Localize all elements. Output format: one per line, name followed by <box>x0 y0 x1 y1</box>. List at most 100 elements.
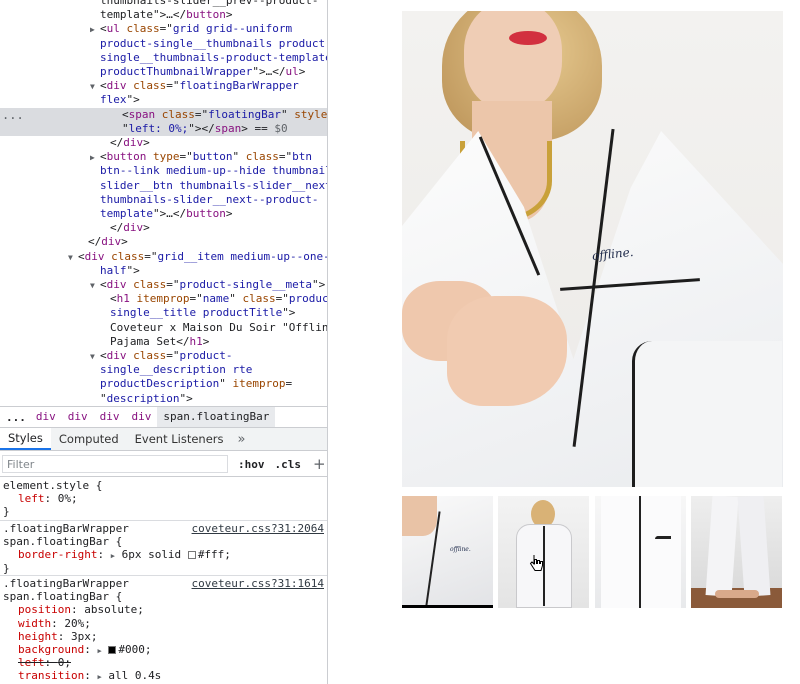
color-swatch[interactable] <box>187 550 196 559</box>
dom-node-line[interactable]: ▶ <ul class="grid grid--uniform <box>0 22 327 36</box>
expand-triangle-icon[interactable]: ▼ <box>68 251 78 265</box>
dom-node-line[interactable]: <h1 itemprop="name" class="product- <box>0 292 327 306</box>
tab-styles[interactable]: Styles <box>0 428 51 450</box>
expand-shorthand-triangle-icon[interactable]: ▶ <box>111 552 115 560</box>
expand-triangle-icon[interactable]: ▼ <box>90 279 100 293</box>
css-color-value[interactable]: #000; <box>118 643 151 656</box>
css-declaration[interactable]: left: 0%; <box>18 492 78 505</box>
hov-toggle-button[interactable]: :hov <box>238 458 265 471</box>
dom-node-line[interactable]: ▶ <button type="button" class="btn <box>0 150 327 164</box>
dom-node-line[interactable]: <span class="floatingBar" style=... <box>0 107 327 122</box>
dom-node-line[interactable]: product-single__thumbnails product- <box>0 37 327 51</box>
css-declaration[interactable]: width: 20%; <box>18 617 91 630</box>
expand-shorthand-triangle-icon[interactable]: ▶ <box>97 673 101 681</box>
breadcrumb-ellipsis[interactable]: ... <box>6 411 30 424</box>
dom-token: button <box>106 150 147 164</box>
rule-source-link[interactable]: coveteur.css?31:2064 <box>192 522 324 535</box>
more-tabs-chevron-icon[interactable]: » <box>232 428 252 450</box>
breadcrumb-item[interactable]: div <box>126 407 158 427</box>
css-property-name[interactable]: height <box>18 630 58 643</box>
cls-toggle-button[interactable]: .cls <box>275 458 302 471</box>
dom-node-line[interactable]: ▼ <div class="product-single__meta"> <box>0 278 327 292</box>
breadcrumb-item[interactable]: span.floatingBar <box>157 407 276 427</box>
color-swatch[interactable] <box>108 645 117 654</box>
css-declaration[interactable]: left: 0; <box>18 656 71 669</box>
expand-shorthand-triangle-icon[interactable]: ▶ <box>97 647 101 655</box>
css-property-name[interactable]: transition <box>18 669 84 682</box>
style-rule[interactable]: .floatingBarWrapper span.floatingBar {cov… <box>0 577 327 684</box>
style-rule[interactable]: element.style {left: 0%;} <box>0 479 327 521</box>
dom-node-line[interactable]: ▼ <div class="grid__item medium-up--one- <box>0 250 327 264</box>
css-property-name[interactable]: left <box>18 492 45 505</box>
breadcrumb-item[interactable]: div <box>94 407 126 427</box>
dom-node-line[interactable]: single__thumbnails-product-template <box>0 51 327 65</box>
css-declaration[interactable]: height: 3px; <box>18 630 98 643</box>
dom-node-line[interactable]: Pajama Set</h1> <box>0 335 327 349</box>
rule-close-brace: } <box>3 561 10 575</box>
css-property-value[interactable]: 6px solid <box>122 548 188 561</box>
css-property-value[interactable]: 0; <box>58 656 71 669</box>
dom-node-line[interactable]: </div> <box>0 136 327 150</box>
css-property-value[interactable]: all 0.4s <box>108 669 161 682</box>
breadcrumb-item[interactable]: div <box>30 407 62 427</box>
dom-node-line[interactable]: ▼ <div class="floatingBarWrapper <box>0 79 327 93</box>
breadcrumb-item[interactable]: div <box>62 407 94 427</box>
dom-node-line[interactable]: Coveteur x Maison Du Soir "Offline" <box>0 321 327 335</box>
dom-token: </ <box>110 221 124 235</box>
dom-node-line[interactable]: </div> <box>0 235 327 249</box>
css-property-name[interactable]: position <box>18 603 71 616</box>
thumbnail-2[interactable] <box>498 496 589 608</box>
css-property-name[interactable]: border-right <box>18 548 97 561</box>
css-property-value[interactable]: absolute; <box>84 603 144 616</box>
dom-token: btn--link medium-up--hide thumbnails- <box>100 164 327 178</box>
dom-token: class <box>155 107 195 121</box>
dom-node-line[interactable]: btn--link medium-up--hide thumbnails- <box>0 164 327 178</box>
dom-node-line[interactable]: template">…</button> <box>0 8 327 22</box>
expand-triangle-icon[interactable]: ▶ <box>90 151 100 165</box>
dom-token: "> <box>311 278 326 291</box>
dom-node-line[interactable]: flex"> <box>0 93 327 107</box>
dom-node-text: <h1 itemprop="name" class="product- <box>110 292 327 306</box>
css-property-value[interactable]: 0%; <box>58 492 78 505</box>
css-property-name[interactable]: left <box>18 656 45 669</box>
tab-computed[interactable]: Computed <box>51 428 127 450</box>
dom-token: style <box>294 107 327 121</box>
css-property-name[interactable]: width <box>18 617 51 630</box>
thumbnail-1[interactable]: offline. <box>402 496 493 608</box>
dom-node-line[interactable]: half"> <box>0 264 327 278</box>
dom-node-line[interactable]: productThumbnailWrapper">…</ul> <box>0 65 327 79</box>
elements-tree[interactable]: thumbnails-slider__prev--product-templat… <box>0 0 327 406</box>
expand-triangle-icon[interactable]: ▼ <box>90 80 100 94</box>
dom-node-line[interactable]: thumbnails-slider__prev--product- <box>0 0 327 8</box>
css-property-value[interactable]: 20%; <box>64 617 91 630</box>
styles-filter-input[interactable] <box>2 455 228 473</box>
css-property-name[interactable]: background <box>18 643 84 656</box>
tab-event-listeners[interactable]: Event Listeners <box>127 428 232 450</box>
dom-node-line[interactable]: ▼ <div class="product- <box>0 349 327 363</box>
thumbnail-4[interactable] <box>691 496 782 608</box>
expand-triangle-icon[interactable]: ▶ <box>90 23 100 37</box>
dom-token: =" <box>179 150 193 164</box>
css-property-value[interactable]: 3px; <box>71 630 98 643</box>
style-rules-pane: element.style {left: 0%;} .floatingBarWra… <box>0 477 327 684</box>
new-style-rule-button[interactable]: + <box>313 455 326 473</box>
css-declaration[interactable]: border-right: ▶ 6px solid #fff; <box>18 548 231 563</box>
dom-node-line[interactable]: single__description rte <box>0 363 327 377</box>
node-actions-ellipsis-icon[interactable]: ... <box>2 108 24 122</box>
css-declaration[interactable]: position: absolute; <box>18 603 144 616</box>
dom-node-line[interactable]: thumbnails-slider__next--product- <box>0 193 327 207</box>
dom-node-line[interactable]: </div> <box>0 221 327 235</box>
thumbnail-3[interactable] <box>595 496 686 608</box>
css-color-value[interactable]: #fff; <box>198 548 231 561</box>
dom-node-line[interactable]: template">…</button> <box>0 207 327 221</box>
dom-node-line[interactable]: "left: 0%;"></span> == $0 <box>0 121 327 136</box>
dom-node-line[interactable]: "description"> <box>0 392 327 406</box>
css-declaration[interactable]: transition: ▶ all 0.4s <box>18 669 161 684</box>
dom-node-line[interactable]: slider__btn thumbnails-slider__next <box>0 179 327 193</box>
expand-triangle-icon[interactable]: ▼ <box>90 350 100 364</box>
rule-source-link[interactable]: coveteur.css?31:1614 <box>192 577 324 590</box>
style-rule[interactable]: .floatingBarWrapper span.floatingBar {cov… <box>0 522 327 576</box>
dom-node-line[interactable]: productDescription" itemprop= <box>0 377 327 391</box>
dom-node-line[interactable]: single__title productTitle"> <box>0 306 327 320</box>
dom-token: thumbnails-slider__prev--product- <box>100 0 319 7</box>
